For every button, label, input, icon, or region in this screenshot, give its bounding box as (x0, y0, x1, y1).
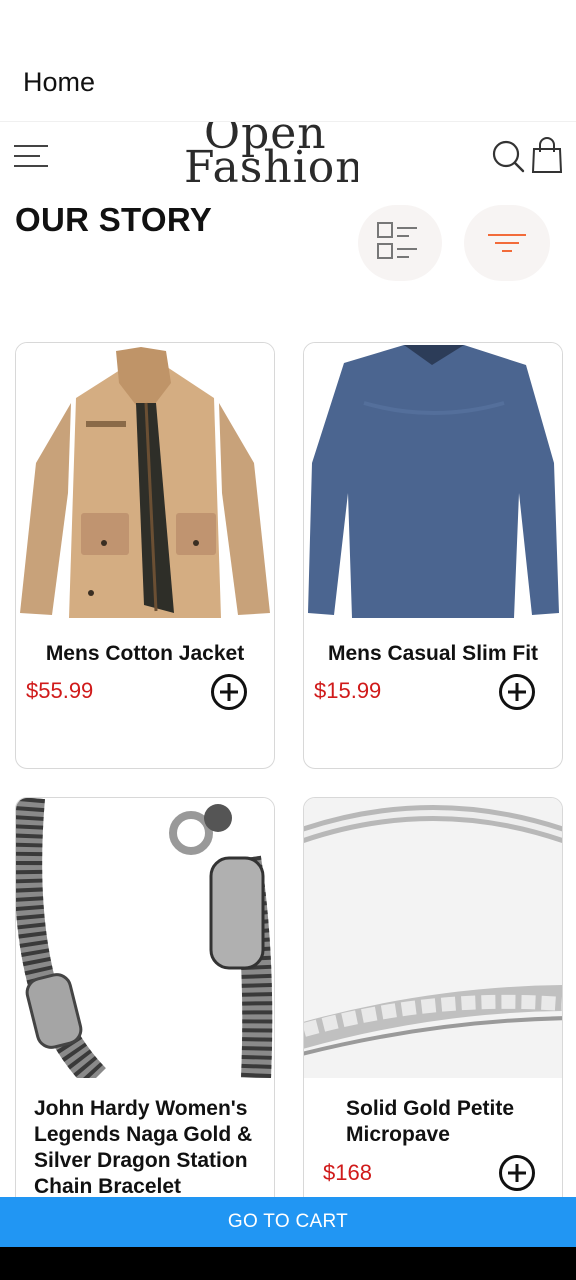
filter-button[interactable] (464, 205, 550, 281)
product-image-bracelet[interactable] (16, 798, 274, 1078)
add-to-cart-button[interactable] (498, 1154, 536, 1192)
product-card[interactable]: Solid Gold Petite Micropave $168 (303, 797, 563, 1217)
shopping-bag-icon[interactable] (530, 136, 564, 174)
product-card[interactable]: John Hardy Women's Legends Naga Gold & S… (15, 797, 275, 1217)
product-card[interactable]: Mens Cotton Jacket $55.99 (15, 342, 275, 769)
system-navigation-bar (0, 1247, 576, 1280)
product-name[interactable]: John Hardy Women's Legends Naga Gold & S… (34, 1096, 256, 1200)
plus-circle-icon (499, 674, 535, 710)
add-to-cart-button[interactable] (210, 673, 248, 711)
product-name[interactable]: Solid Gold Petite Micropave (346, 1096, 544, 1148)
go-to-cart-button[interactable]: GO TO CART (0, 1197, 576, 1247)
product-image-ring[interactable] (304, 798, 562, 1078)
list-view-button[interactable] (358, 205, 442, 281)
filter-icon (488, 234, 526, 252)
add-to-cart-button[interactable] (498, 673, 536, 711)
list-view-icon (377, 222, 417, 259)
search-icon[interactable] (490, 138, 526, 174)
menu-icon[interactable] (14, 144, 48, 168)
section-title: OUR STORY (15, 201, 213, 238)
page-title: Home (23, 67, 96, 97)
plus-circle-icon (211, 674, 247, 710)
open-fashion-logo[interactable]: Open Fashion (182, 122, 358, 182)
product-price: $15.99 (314, 678, 382, 703)
plus-circle-icon (499, 1155, 535, 1191)
product-price: $168 (323, 1160, 372, 1185)
product-price: $55.99 (26, 678, 94, 703)
store-header: Open Fashion (0, 122, 576, 184)
product-card[interactable]: Mens Casual Slim Fit $15.99 (303, 342, 563, 769)
product-name[interactable]: Mens Casual Slim Fit (314, 641, 552, 667)
logo-line-2: Fashion (184, 142, 358, 182)
product-image-shirt[interactable] (304, 343, 562, 623)
product-name[interactable]: Mens Cotton Jacket (26, 641, 264, 667)
product-image-jacket[interactable] (16, 343, 274, 623)
app-bar: Home (0, 0, 576, 122)
